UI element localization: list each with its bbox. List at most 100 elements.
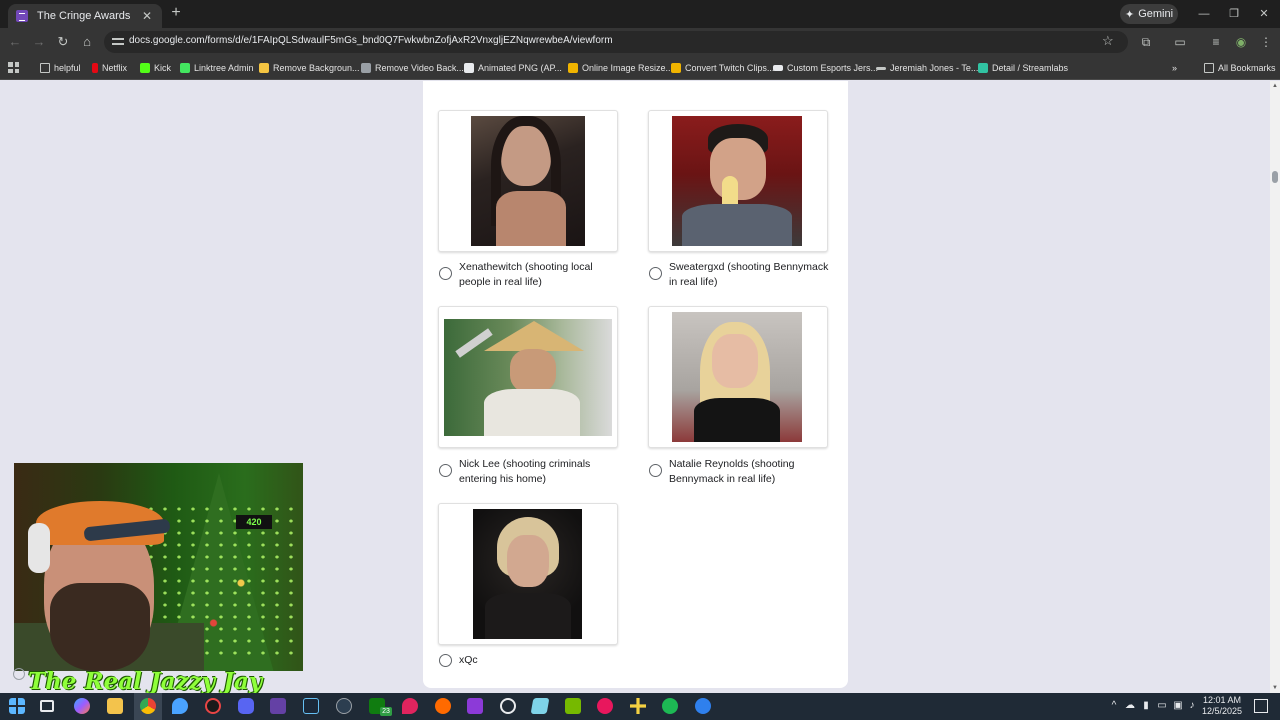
file-explorer-icon[interactable] — [107, 698, 123, 714]
nvidia-icon[interactable] — [565, 698, 581, 714]
task-view-icon[interactable] — [40, 700, 54, 712]
option-radio[interactable] — [439, 267, 452, 280]
video-icon — [361, 63, 371, 73]
option-photo — [473, 509, 582, 639]
page-icon — [876, 66, 886, 70]
option-image-card[interactable] — [438, 503, 618, 645]
bookmark-label: Detail / Streamlabs — [992, 63, 1069, 73]
option-radio[interactable] — [649, 267, 662, 280]
notification-badge: 23 — [380, 707, 392, 716]
folder-icon — [40, 63, 50, 73]
option-image-card[interactable] — [648, 110, 828, 252]
bookmark-netflix[interactable]: Netflix — [92, 60, 127, 76]
start-windows-icon[interactable] — [9, 698, 25, 714]
edge-like-icon[interactable] — [695, 698, 711, 714]
folder-icon — [1204, 63, 1214, 73]
option-radio[interactable] — [439, 464, 452, 477]
minimize-button[interactable]: — — [1192, 6, 1216, 22]
home-icon[interactable]: ⌂ — [79, 34, 95, 50]
address-bar[interactable]: docs.google.com/forms/d/e/1FAIpQLSdwaulF… — [104, 31, 1128, 53]
site-info-icon[interactable] — [112, 36, 124, 48]
extensions-icon[interactable]: ⧉ — [1138, 34, 1154, 50]
shirt-shape — [485, 593, 571, 639]
option-radio[interactable] — [649, 464, 662, 477]
map-pin-app-icon[interactable] — [402, 698, 418, 714]
bookmark-kick[interactable]: Kick — [140, 60, 171, 76]
plus-app-icon[interactable] — [630, 698, 646, 714]
option-image-card[interactable] — [648, 306, 828, 448]
scroll-down-icon[interactable]: ▼ — [1270, 683, 1280, 693]
scroll-up-icon[interactable]: ▲ — [1270, 81, 1280, 91]
notification-center-icon[interactable] — [1254, 699, 1268, 713]
bookmark-remove-video-bg[interactable]: Remove Video Back... — [361, 60, 464, 76]
bookmark-streamlabs[interactable]: Detail / Streamlabs — [978, 60, 1068, 76]
notes-app-icon[interactable] — [530, 698, 550, 714]
streaming-app-icon[interactable] — [270, 698, 286, 714]
cast-icon[interactable]: ▭ — [1172, 34, 1188, 50]
bookmark-helpful[interactable]: helpful — [40, 60, 81, 76]
option-image-card[interactable] — [438, 110, 618, 252]
network-icon[interactable]: ▭ — [1156, 700, 1168, 712]
obs-icon[interactable] — [205, 698, 221, 714]
bookmark-star-icon[interactable]: ☆ — [1102, 33, 1114, 49]
netflix-icon — [92, 63, 98, 73]
hat-shape — [484, 321, 584, 351]
profile-avatar[interactable]: ◉ — [1233, 34, 1249, 50]
blade-shape — [455, 328, 493, 358]
webcam-overlay: 420 — [14, 463, 303, 671]
burst-app-icon[interactable] — [435, 698, 451, 714]
bookmark-label: Linktree Admin — [194, 63, 254, 73]
face-shape — [510, 349, 556, 393]
shirt-shape — [682, 204, 792, 246]
restore-button[interactable]: ❐ — [1222, 6, 1246, 22]
spotify-icon[interactable] — [662, 698, 678, 714]
bookmark-esports-jerseys[interactable]: Custom Esports Jers... — [773, 60, 878, 76]
onedrive-icon[interactable]: ☁ — [1124, 700, 1136, 712]
forward-arrow-icon[interactable]: → — [31, 34, 47, 50]
discord-icon[interactable] — [238, 698, 254, 714]
url-text[interactable]: docs.google.com/forms/d/e/1FAIpQLSdwaulF… — [129, 35, 613, 46]
bookmark-label: Remove Video Back... — [375, 63, 464, 73]
close-window-button[interactable]: ✕ — [1252, 6, 1276, 22]
bookmark-remove-bg[interactable]: Remove Backgroun... — [259, 60, 360, 76]
menu-icon[interactable]: ⋮ — [1258, 34, 1274, 50]
new-tab-button[interactable]: + — [168, 4, 184, 22]
browser-tab[interactable]: The Cringe Awards ✕ — [8, 4, 162, 28]
microphone-icon[interactable]: ▮ — [1140, 700, 1152, 712]
title-bar: The Cringe Awards ✕ + ✦ Gemini — ❐ ✕ — [0, 0, 1280, 28]
controller-app-icon[interactable] — [336, 698, 352, 714]
media-editor-icon[interactable] — [467, 698, 483, 714]
all-bookmarks-button[interactable]: All Bookmarks — [1204, 60, 1276, 76]
gemini-label: Gemini — [1138, 8, 1174, 20]
bookmark-linktree[interactable]: Linktree Admin — [180, 60, 254, 76]
bookmark-animated-png[interactable]: Animated PNG (AP... — [464, 60, 562, 76]
tray-overflow-icon[interactable]: ^ — [1108, 700, 1120, 712]
option-radio[interactable] — [439, 654, 452, 667]
steam-icon[interactable] — [303, 698, 319, 714]
bookmark-twitch-clips[interactable]: Convert Twitch Clips... — [671, 60, 774, 76]
media-icon[interactable]: ≡ — [1208, 34, 1224, 50]
play-app-icon[interactable] — [597, 698, 613, 714]
settings-gear-icon[interactable] — [500, 698, 516, 714]
bookmark-label: Kick — [154, 63, 172, 73]
bookmark-jeremiah-jones[interactable]: Jeremiah Jones - Te... — [876, 60, 978, 76]
bookmark-image-resizer[interactable]: Online Image Resize... — [568, 60, 673, 76]
browser-toolbar: ← → ↻ ⌂ docs.google.com/forms/d/e/1FAIpQ… — [0, 28, 1280, 56]
apps-grid-icon[interactable] — [8, 62, 19, 73]
system-clock[interactable]: 12:01 AM 12/5/2025 — [1194, 695, 1250, 717]
scroll-thumb[interactable] — [1272, 171, 1278, 183]
face-shape — [710, 138, 766, 200]
close-tab-icon[interactable]: ✕ — [140, 9, 154, 23]
option-image-card[interactable] — [438, 306, 618, 448]
gemini-button[interactable]: ✦ Gemini — [1120, 4, 1178, 24]
page-scrollbar[interactable]: ▲ ▼ — [1270, 81, 1280, 693]
overlay-ring-icon — [13, 668, 25, 680]
back-arrow-icon[interactable]: ← — [7, 34, 23, 50]
bookmarks-overflow-button[interactable]: » — [1172, 60, 1177, 76]
tab-title: The Cringe Awards — [37, 10, 131, 22]
copilot-icon[interactable] — [74, 698, 90, 714]
droplet-app-icon[interactable] — [172, 698, 188, 714]
chrome-icon[interactable] — [140, 698, 156, 714]
reload-icon[interactable]: ↻ — [55, 34, 71, 50]
display-icon[interactable]: ▣ — [1172, 700, 1184, 712]
